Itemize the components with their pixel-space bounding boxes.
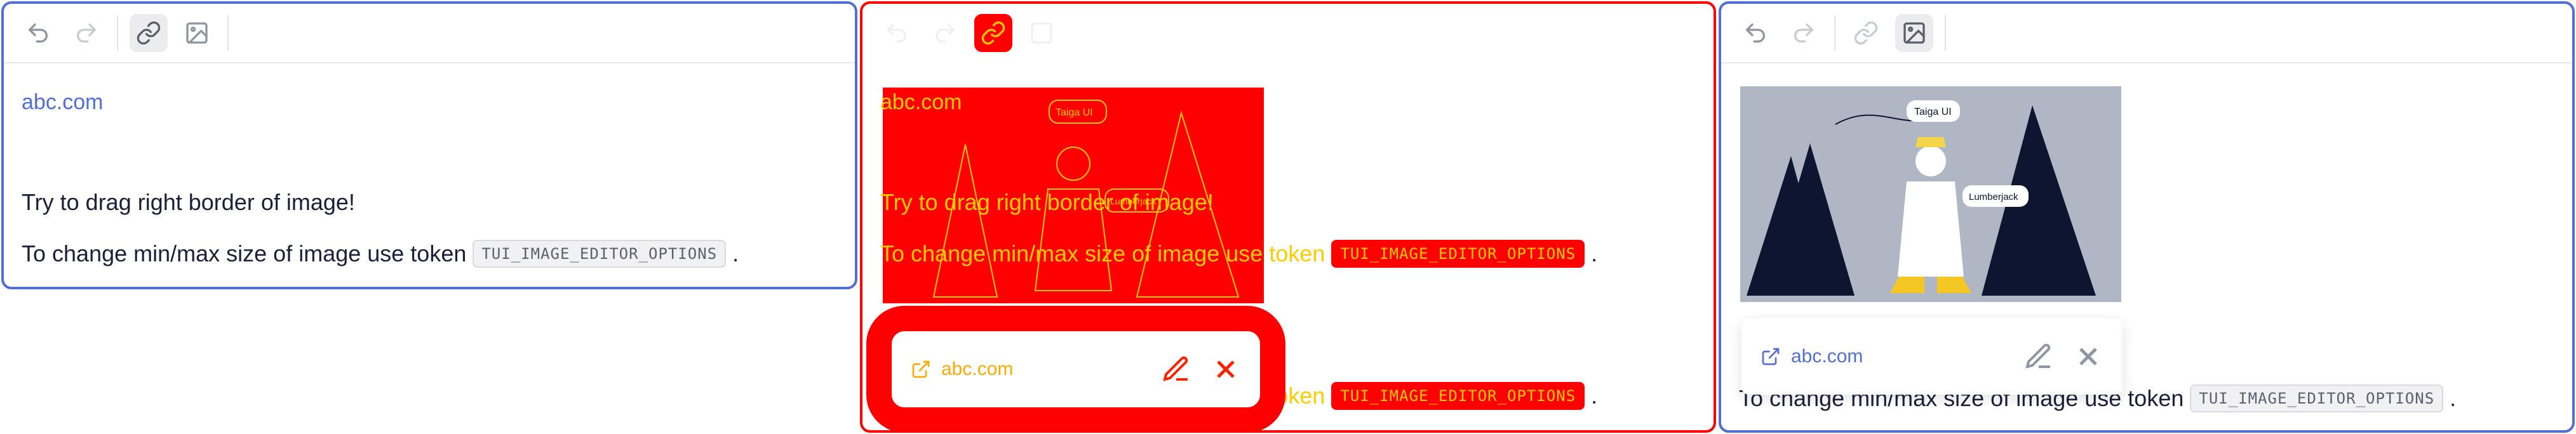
redo-icon — [1794, 23, 1813, 43]
illustration-label-top: Taiga UI — [1056, 107, 1093, 118]
editor-link[interactable]: abc.com — [22, 90, 104, 115]
illustration-label-bottom: Lumberjack — [1969, 192, 2018, 202]
link-icon — [137, 21, 161, 45]
link-popup: abc.com — [866, 306, 1285, 430]
redo-icon — [936, 23, 955, 43]
redo-button[interactable] — [926, 14, 964, 52]
link-button[interactable] — [974, 14, 1012, 52]
external-link-icon[interactable] — [1761, 346, 1781, 367]
image-button[interactable] — [1895, 14, 1933, 52]
undo-button[interactable] — [878, 14, 916, 52]
popup-link-url[interactable]: abc.com — [1791, 346, 2004, 367]
link-popup: abc.com — [1741, 319, 2123, 395]
redo-button[interactable] — [1785, 14, 1823, 52]
redo-icon — [77, 23, 96, 43]
editor-link[interactable]: abc.com — [880, 90, 962, 115]
paragraph-drag-hint: Try to drag right border of image! — [880, 189, 1214, 215]
image-button[interactable] — [178, 14, 216, 52]
toolbar-separator — [117, 15, 118, 51]
paragraph-period: . — [2450, 385, 2457, 411]
paragraph-period: . — [732, 240, 739, 266]
close-icon[interactable] — [1211, 354, 1241, 385]
link-button[interactable] — [1847, 14, 1885, 52]
redo-button[interactable] — [67, 14, 105, 52]
paragraph-text: To change min/max size of image use toke… — [22, 240, 467, 266]
token-code: TUI_IMAGE_EDITOR_OPTIONS — [1331, 240, 1585, 268]
edit-icon[interactable] — [1161, 354, 1191, 385]
close-icon[interactable] — [2073, 341, 2103, 372]
toolbar-separator — [1834, 15, 1835, 51]
editor-image[interactable]: Taiga UI Lumberjack — [1740, 86, 2121, 302]
rich-text-editor[interactable]: Taiga UI Lumberjack To change min/max si… — [1719, 1, 2575, 433]
editor-toolbar — [1721, 4, 2572, 63]
image-button[interactable] — [1023, 14, 1061, 52]
rich-text-editor[interactable]: abc.com Try to drag right border of imag… — [1, 1, 857, 289]
lumberjack-illustration: Taiga UI Lumberjack — [1747, 100, 2096, 296]
editor-toolbar — [4, 4, 855, 63]
undo-icon — [887, 23, 906, 43]
token-code: TUI_IMAGE_EDITOR_OPTIONS — [473, 240, 727, 268]
paragraph-token-hint: To change min/max size of image use toke… — [22, 240, 739, 268]
image-icon — [1031, 22, 1052, 44]
image-icon — [186, 22, 208, 44]
link-icon — [1854, 21, 1878, 45]
paragraph-text: To change min/max size of image use toke… — [880, 240, 1325, 266]
undo-button[interactable] — [19, 14, 57, 52]
paragraph-token-hint: To change min/max size of image use toke… — [880, 240, 1597, 268]
undo-icon — [1746, 23, 1765, 43]
undo-button[interactable] — [1736, 14, 1774, 52]
toolbar-separator — [227, 15, 229, 51]
paragraph-period: . — [1591, 383, 1598, 409]
token-code: TUI_IMAGE_EDITOR_OPTIONS — [1331, 382, 1585, 410]
editor-content[interactable]: abc.com Try to drag right border of imag… — [4, 63, 855, 287]
token-code: TUI_IMAGE_EDITOR_OPTIONS — [2190, 385, 2444, 412]
external-link-icon[interactable] — [911, 359, 931, 379]
link-icon — [981, 21, 1005, 45]
toolbar-separator — [1945, 15, 1946, 51]
paragraph-drag-hint: Try to drag right border of image! — [22, 189, 355, 215]
rich-text-editor-highlight[interactable]: Taiga UI Lumberjack abc.com Try to drag … — [860, 1, 1716, 433]
edit-icon[interactable] — [2023, 341, 2054, 372]
illustration-label-top: Taiga UI — [1914, 107, 1952, 117]
editor-toolbar — [862, 4, 1714, 63]
paragraph-period: . — [1591, 240, 1598, 266]
undo-icon — [29, 23, 48, 43]
image-icon — [1903, 22, 1925, 44]
popup-link-url[interactable]: abc.com — [941, 358, 1142, 380]
link-button[interactable] — [130, 14, 168, 52]
